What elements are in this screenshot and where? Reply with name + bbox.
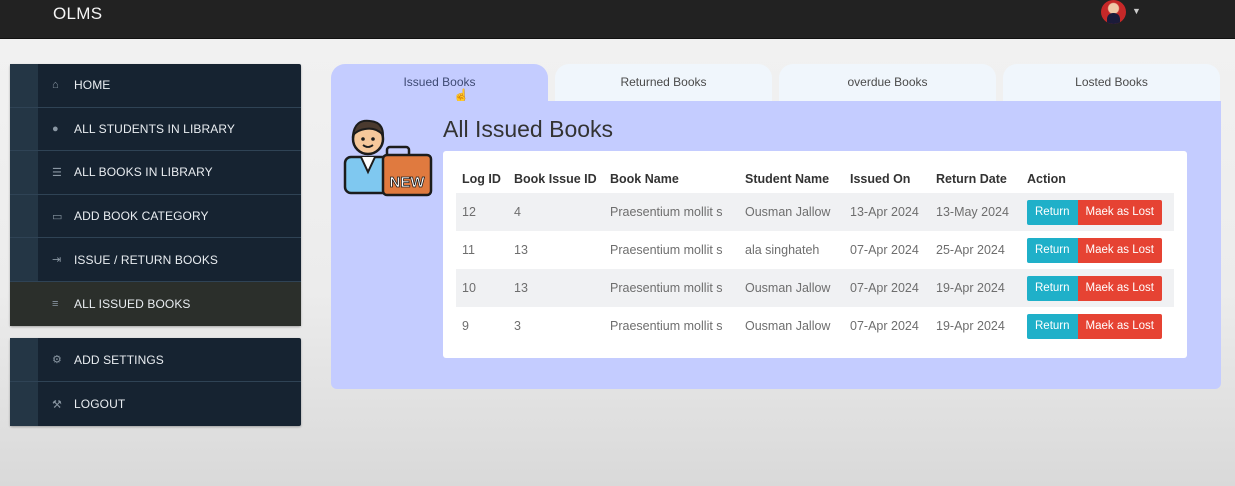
return-button[interactable]: Return xyxy=(1027,237,1078,263)
table-cell: ala singhateh xyxy=(739,231,844,269)
sidebar-item-add-settings[interactable]: ⚙ ADD SETTINGS xyxy=(10,338,301,382)
table-cell: 3 xyxy=(508,307,604,345)
sidebar-item-all-students-in-library[interactable]: ● ALL STUDENTS IN LIBRARY xyxy=(10,108,301,152)
sidebar-item-label: ADD BOOK CATEGORY xyxy=(74,209,209,224)
table-cell: Praesentium mollit s xyxy=(604,269,739,307)
sidebar-item-all-books-in-library[interactable]: ☰ ALL BOOKS IN LIBRARY xyxy=(10,151,301,195)
wrench-icon: ⚒ xyxy=(52,398,62,411)
sidebar-secondary: ⚙ ADD SETTINGS ⚒ LOGOUT xyxy=(10,338,301,426)
table-cell: 4 xyxy=(508,193,604,231)
sidebar-item-add-book-category[interactable]: ▭ ADD BOOK CATEGORY xyxy=(10,195,301,239)
table-cell: 13 xyxy=(508,231,604,269)
table-cell: Praesentium mollit s xyxy=(604,307,739,345)
action-cell: Return Maek as Lost xyxy=(1021,231,1174,269)
folder-open-icon: ▭ xyxy=(52,210,63,223)
table-cell: Praesentium mollit s xyxy=(604,193,739,231)
table-row: 9 3 Praesentium mollit s Ousman Jallow 07-Ap… xyxy=(456,307,1174,345)
table-cell: 9 xyxy=(456,307,508,345)
tab-overdue-books[interactable]: overdue Books xyxy=(779,64,996,101)
table-cell: Ousman Jallow xyxy=(739,193,844,231)
table-cell: Ousman Jallow xyxy=(739,269,844,307)
issued-books-card: Log ID Book Issue ID Book Name Student Name… xyxy=(443,151,1187,358)
column-header: Student Name xyxy=(745,172,830,186)
tab-returned-books[interactable]: Returned Books xyxy=(555,64,772,101)
table-cell: 07-Apr 2024 xyxy=(844,269,930,307)
column-header: Return Date xyxy=(936,172,1007,186)
sidebar-item-label: HOME xyxy=(74,78,111,93)
table-row: 12 4 Praesentium mollit s Ousman Jallow 13-A… xyxy=(456,193,1174,231)
sidebar-item-logout[interactable]: ⚒ LOGOUT xyxy=(10,382,301,426)
mark-as-lost-button[interactable]: Maek as Lost xyxy=(1077,237,1162,263)
mark-as-lost-button[interactable]: Maek as Lost xyxy=(1077,199,1162,225)
mark-as-lost-button[interactable]: Maek as Lost xyxy=(1077,275,1162,301)
table-cell: 19-Apr 2024 xyxy=(930,307,1021,345)
column-header: Book Issue ID xyxy=(514,172,597,186)
sidebar-item-label: ALL STUDENTS IN LIBRARY xyxy=(74,121,236,136)
page-title: All Issued Books xyxy=(443,116,614,142)
librarian-new-icon: NEW xyxy=(343,119,433,197)
table-cell: 19-Apr 2024 xyxy=(930,269,1021,307)
user-icon: ● xyxy=(52,122,59,135)
tab-losted-books[interactable]: Losted Books xyxy=(1003,64,1220,101)
sidebar-item-all-issued-books[interactable]: ≡ ALL ISSUED BOOKS xyxy=(10,281,301,326)
column-header: Issued On xyxy=(850,172,911,186)
table-cell: 07-Apr 2024 xyxy=(844,307,930,345)
sidebar-item-issue-return-books[interactable]: ⇥ ISSUE / RETURN BOOKS xyxy=(10,238,301,282)
sign-out-icon: ⇥ xyxy=(52,254,62,267)
sidebar-item-label: ALL ISSUED BOOKS xyxy=(74,296,191,311)
sidebar-item-home[interactable]: ⌂ HOME xyxy=(10,64,301,108)
issued-books-table: Log ID Book Issue ID Book Name Student Name… xyxy=(456,165,1174,345)
sidebar-item-label: LOGOUT xyxy=(74,397,126,411)
home-icon: ⌂ xyxy=(52,79,59,92)
column-header: Book Name xyxy=(610,172,679,186)
gear-icon: ⚙ xyxy=(52,354,62,366)
sidebar-item-label: ADD SETTINGS xyxy=(74,352,164,367)
chevron-down-icon[interactable]: ▼ xyxy=(1132,6,1141,16)
table-row: 11 13 Praesentium mollit s ala singhateh 07-… xyxy=(456,231,1174,269)
sidebar-item-label: ALL BOOKS IN LIBRARY xyxy=(74,165,213,180)
brand-logo[interactable]: OLMS xyxy=(53,4,102,24)
table-cell: 10 xyxy=(456,269,508,307)
column-header: Action xyxy=(1027,172,1066,186)
top-navbar: OLMS ▼ xyxy=(0,0,1235,39)
return-button[interactable]: Return xyxy=(1027,199,1078,225)
column-header: Log ID xyxy=(462,172,501,186)
table-cell: 12 xyxy=(456,193,508,231)
action-cell: Return Maek as Lost xyxy=(1021,193,1174,231)
sidebar-main: ⌂ HOME ● ALL STUDENTS IN LIBRARY ☰ ALL BOOKS … xyxy=(10,64,301,326)
table-icon: ☰ xyxy=(52,166,62,179)
table-cell: 13 xyxy=(508,269,604,307)
avatar[interactable] xyxy=(1101,0,1126,24)
action-cell: Return Maek as Lost xyxy=(1021,307,1174,345)
table-cell: 11 xyxy=(456,231,508,269)
return-button[interactable]: Return xyxy=(1027,313,1078,339)
table-row: 10 13 Praesentium mollit s Ousman Jallow 07-… xyxy=(456,269,1174,307)
list-icon: ≡ xyxy=(52,297,59,310)
tab-issued-books[interactable]: Issued Books xyxy=(331,64,548,101)
return-button[interactable]: Return xyxy=(1027,275,1078,301)
svg-text:NEW: NEW xyxy=(390,174,426,191)
action-cell: Return Maek as Lost xyxy=(1021,269,1174,307)
table-cell: 07-Apr 2024 xyxy=(844,231,930,269)
sidebar-item-label: ISSUE / RETURN BOOKS xyxy=(74,252,219,267)
table-cell: Ousman Jallow xyxy=(739,307,844,345)
table-cell: 13-May 2024 xyxy=(930,193,1021,231)
table-cell: 13-Apr 2024 xyxy=(844,193,930,231)
table-cell: 25-Apr 2024 xyxy=(930,231,1021,269)
table-cell: Praesentium mollit s xyxy=(604,231,739,269)
mark-as-lost-button[interactable]: Maek as Lost xyxy=(1077,313,1162,339)
